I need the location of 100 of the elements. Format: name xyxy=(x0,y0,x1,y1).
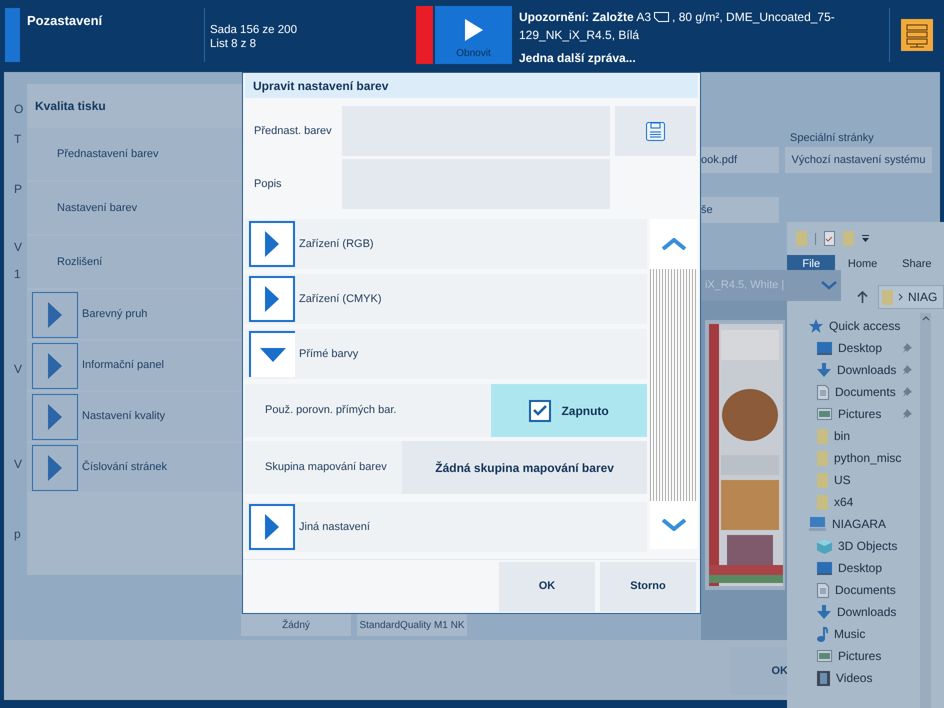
film-icon xyxy=(817,670,830,686)
section-label: Nastavení kvality xyxy=(82,409,166,424)
star-icon xyxy=(809,319,823,333)
tree-item[interactable]: US xyxy=(787,469,920,491)
cube-icon xyxy=(817,538,832,554)
ribbon-tab[interactable]: Home xyxy=(835,255,890,273)
tree-item[interactable]: Music xyxy=(787,623,920,645)
caret-right-icon xyxy=(48,352,62,378)
field-label: O xyxy=(14,101,24,118)
toggle-button[interactable]: Zapnuto xyxy=(491,384,648,437)
image-icon xyxy=(817,408,832,420)
download-icon xyxy=(817,605,831,619)
tree-item[interactable]: Desktop xyxy=(787,557,920,579)
chevron-down-icon xyxy=(821,281,837,290)
tree-item[interactable]: 3D Objects xyxy=(787,535,920,557)
status-accent xyxy=(5,8,20,62)
caret-down-icon xyxy=(260,348,286,362)
menu-item[interactable]: Přednastavení barev xyxy=(27,128,242,180)
scroll-down-button[interactable] xyxy=(650,501,697,549)
field-value: StandardQuality M1 NK xyxy=(357,614,467,636)
dropdown-icon[interactable] xyxy=(862,235,869,242)
set-counter: Sada 156 ze 200 xyxy=(210,23,298,37)
caret-right-icon xyxy=(48,404,62,430)
pin-icon xyxy=(902,365,912,375)
folder-icon xyxy=(817,450,828,466)
pin-icon xyxy=(902,409,912,419)
document-icon xyxy=(817,582,829,598)
section-label: Zařízení (RGB) xyxy=(299,236,374,252)
caret-right-icon xyxy=(265,231,279,257)
field-label: P xyxy=(14,181,24,198)
setting-label: Skupina mapování barev xyxy=(264,460,388,476)
section-label: Zařízení (CMYK) xyxy=(299,292,382,307)
computer-icon xyxy=(809,517,826,531)
expand-button[interactable] xyxy=(249,504,295,550)
caret-right-icon xyxy=(265,514,279,540)
field-value: ook.pdf xyxy=(701,147,779,173)
tree-item[interactable]: Downloads xyxy=(787,601,920,623)
expand-button[interactable] xyxy=(32,394,78,440)
alert-indicator xyxy=(416,6,433,64)
section-label: Číslování stránek xyxy=(82,459,167,476)
ok-button[interactable]: OK xyxy=(730,647,790,695)
tree-item[interactable]: x64 xyxy=(787,491,920,513)
music-note-icon xyxy=(817,626,828,642)
dialog-button[interactable]: Storno xyxy=(600,562,696,612)
folder-icon xyxy=(817,494,828,510)
tree-item[interactable]: Videos xyxy=(787,667,920,689)
tree-item[interactable]: Pictures xyxy=(787,403,920,425)
panel-title: Kvalita tisku xyxy=(35,98,106,115)
field-label: Speciální stránky xyxy=(790,131,874,146)
expand-button[interactable] xyxy=(249,221,295,267)
more-messages-link[interactable]: Jedna další zpráva... xyxy=(519,49,889,67)
image-icon xyxy=(817,650,832,662)
pin-icon xyxy=(902,343,912,353)
section-label: Jiná nastavení xyxy=(299,520,370,535)
tree-item[interactable]: Quick access xyxy=(787,315,920,337)
tree-item[interactable]: python_misc xyxy=(787,447,920,469)
field-value: Žádný xyxy=(241,614,351,636)
chevron-down-icon xyxy=(662,519,686,531)
play-icon xyxy=(464,19,482,41)
expand-button[interactable] xyxy=(32,444,78,490)
folder-icon xyxy=(817,472,828,488)
up-arrow-icon[interactable] xyxy=(857,291,868,303)
tree-item[interactable]: Downloads xyxy=(787,359,920,381)
section-label: Barevný pruh xyxy=(82,307,148,322)
section-label: Přímé barvy xyxy=(299,346,358,362)
choice-button[interactable]: Žádná skupina mapování barev xyxy=(402,441,648,494)
expand-button[interactable] xyxy=(249,276,295,322)
menu-item[interactable]: Rozlišení xyxy=(27,236,242,288)
folder-icon xyxy=(882,290,893,304)
scrollbar[interactable] xyxy=(920,313,931,708)
menu-item[interactable]: Nastavení barev xyxy=(27,182,242,234)
expand-button[interactable] xyxy=(32,292,78,338)
expand-button[interactable] xyxy=(249,331,295,377)
chevron-up-icon xyxy=(662,238,686,250)
expand-button[interactable] xyxy=(32,342,78,388)
dialog-button[interactable]: OK xyxy=(499,562,595,612)
address-bar[interactable]: NIAG xyxy=(878,285,944,309)
scroll-up-button[interactable] xyxy=(650,219,697,269)
monitor-icon xyxy=(817,562,832,574)
caret-right-icon xyxy=(48,454,62,480)
caret-right-icon xyxy=(48,302,62,328)
field-value: še xyxy=(701,197,779,223)
tree-item[interactable]: NIAGARA xyxy=(787,513,920,535)
field-label: p xyxy=(14,526,22,543)
tree-item[interactable]: Documents xyxy=(787,381,920,403)
document-icon xyxy=(817,384,829,400)
status-title: Pozastavení xyxy=(27,13,102,28)
server-icon[interactable] xyxy=(901,19,933,51)
section-label: Informační panel xyxy=(82,358,164,374)
properties-icon[interactable] xyxy=(824,231,835,246)
tree-item[interactable]: Documents xyxy=(787,579,920,601)
tree-item[interactable]: Pictures xyxy=(787,645,920,667)
tree-item[interactable]: bin xyxy=(787,425,920,447)
warning-message: Upozornění: Založte A3 , 80 g/m², DME_Uncoated_75-129_NK_iX_R4.5, Bílá xyxy=(519,9,836,44)
save-icon xyxy=(646,122,665,140)
save-button[interactable] xyxy=(615,106,696,156)
tree-item[interactable]: Desktop xyxy=(787,337,920,359)
sheet-counter: List 8 z 8 xyxy=(210,37,258,51)
pin-icon xyxy=(902,387,912,397)
ribbon-tab[interactable]: Share xyxy=(890,255,944,273)
